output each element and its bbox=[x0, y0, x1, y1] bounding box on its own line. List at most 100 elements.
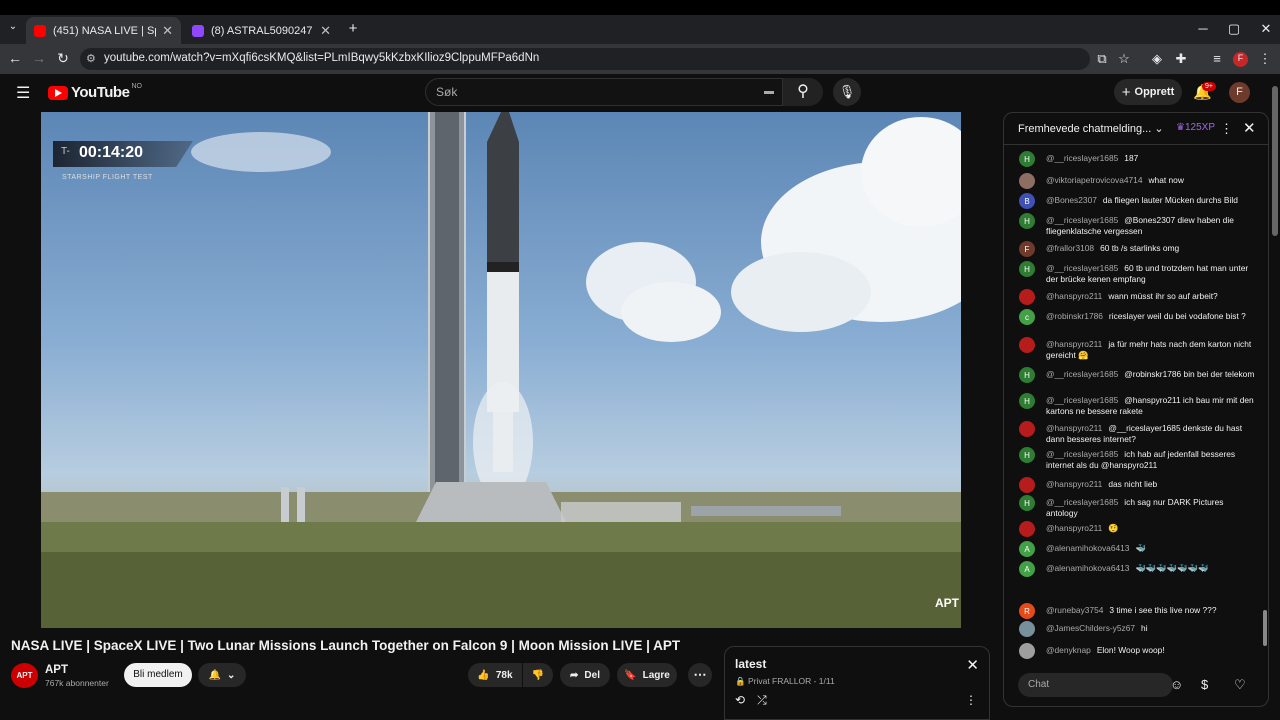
media-control-icon[interactable]: ≡ bbox=[1209, 51, 1225, 66]
chat-menu-icon[interactable]: ⋮ bbox=[1220, 121, 1233, 137]
browser-menu-icon[interactable]: ⋮ bbox=[1257, 51, 1273, 67]
site-info-icon[interactable]: ⚙ bbox=[86, 52, 96, 65]
chat-author-name[interactable]: @__riceslayer1685 bbox=[1046, 263, 1118, 273]
share-button[interactable]: ➦ Del bbox=[560, 663, 610, 687]
search-input[interactable]: Søk ▬ bbox=[425, 78, 783, 106]
chat-author-name[interactable]: @alenamihokova6413 bbox=[1046, 563, 1129, 573]
chat-close-icon[interactable]: ✕ bbox=[1243, 119, 1256, 137]
chat-author-avatar[interactable]: A bbox=[1019, 561, 1035, 577]
chat-message: H @__riceslayer1685 @hanspyro211 ich bau m… bbox=[1019, 393, 1255, 417]
puzzle-icon[interactable]: ✚ bbox=[1173, 51, 1189, 67]
search-button[interactable]: ⚲ bbox=[783, 78, 823, 106]
chat-author-avatar[interactable]: H bbox=[1019, 213, 1035, 229]
profile-avatar[interactable]: F bbox=[1233, 52, 1248, 67]
chat-author-avatar[interactable] bbox=[1019, 643, 1035, 659]
video-player[interactable]: T- 00:14:20 STARSHIP FLIGHT TEST APT bbox=[41, 112, 961, 628]
chat-author-avatar[interactable]: B bbox=[1019, 193, 1035, 209]
tab-close-icon[interactable]: ✕ bbox=[320, 23, 331, 39]
keyboard-icon[interactable]: ▬ bbox=[764, 86, 774, 97]
account-avatar[interactable]: F bbox=[1229, 82, 1250, 103]
chat-author-name[interactable]: @JamesChilders-y5z67 bbox=[1046, 623, 1135, 633]
chat-message: @hanspyro211 @__riceslayer1685 denkste du… bbox=[1019, 421, 1255, 445]
chat-author-name[interactable]: @__riceslayer1685 bbox=[1046, 215, 1118, 225]
chat-author-avatar[interactable]: R bbox=[1019, 603, 1035, 619]
page-scrollbar[interactable] bbox=[1272, 86, 1278, 236]
chat-author-name[interactable]: @__riceslayer1685 bbox=[1046, 395, 1118, 405]
url-field[interactable]: ⚙ youtube.com/watch?v=mXqfi6csKMQ&list=P… bbox=[80, 48, 1090, 70]
chat-author-name[interactable]: @__riceslayer1685 bbox=[1046, 153, 1118, 163]
chat-author-name[interactable]: @hanspyro211 bbox=[1046, 339, 1102, 349]
hamburger-menu-icon[interactable]: ☰ bbox=[16, 83, 30, 103]
new-tab-button[interactable]: + bbox=[344, 20, 362, 37]
chat-author-avatar[interactable]: H bbox=[1019, 447, 1035, 463]
forward-icon[interactable]: → bbox=[30, 50, 48, 66]
chat-author-name[interactable]: @alenamihokova6413 bbox=[1046, 543, 1129, 553]
more-actions-button[interactable]: ⋯ bbox=[688, 663, 712, 687]
xp-badge[interactable]: ♛125XP bbox=[1176, 122, 1215, 133]
loop-icon[interactable]: ⟲ bbox=[735, 693, 757, 707]
chat-input[interactable]: Chat bbox=[1018, 673, 1173, 697]
tab-youtube[interactable]: (451) NASA LIVE | SpaceX LIVE ✕ bbox=[26, 17, 181, 44]
chat-author-name[interactable]: @viktoriapetrovicova4714 bbox=[1046, 175, 1143, 185]
channel-avatar[interactable]: APT bbox=[11, 663, 38, 688]
maximize-icon[interactable]: ▢ bbox=[1224, 21, 1244, 37]
youtube-logo[interactable]: YouTube NO bbox=[48, 83, 142, 101]
minimize-icon[interactable]: ─ bbox=[1193, 21, 1213, 36]
chat-author-avatar[interactable]: H bbox=[1019, 393, 1035, 409]
chat-author-name[interactable]: @hanspyro211 bbox=[1046, 523, 1102, 533]
chat-author-name[interactable]: @runebay3754 bbox=[1046, 605, 1103, 615]
save-button[interactable]: 🔖 Lagre bbox=[617, 663, 677, 687]
extension-icon[interactable]: ◈ bbox=[1149, 51, 1165, 67]
chat-mode-dropdown[interactable]: Fremhevede chatmelding... ⌄ bbox=[1018, 122, 1164, 135]
create-button[interactable]: + Opprett bbox=[1114, 79, 1182, 105]
chat-author-name[interactable]: @hanspyro211 bbox=[1046, 479, 1102, 489]
like-button[interactable]: 👍 78k bbox=[468, 663, 522, 687]
install-icon[interactable]: ⧉ bbox=[1094, 51, 1110, 67]
reload-icon[interactable]: ↻ bbox=[54, 50, 72, 67]
super-chat-icon[interactable]: $ bbox=[1201, 677, 1208, 692]
close-window-icon[interactable]: ✕ bbox=[1256, 21, 1276, 37]
chat-author-name[interactable]: @Bones2307 bbox=[1046, 195, 1097, 205]
chat-author-avatar[interactable] bbox=[1019, 621, 1035, 637]
chat-author-avatar[interactable] bbox=[1019, 173, 1035, 189]
chat-author-avatar[interactable]: H bbox=[1019, 261, 1035, 277]
chat-author-avatar[interactable] bbox=[1019, 421, 1035, 437]
chat-author-name[interactable]: @frallor3108 bbox=[1046, 243, 1094, 253]
chat-author-avatar[interactable] bbox=[1019, 289, 1035, 305]
notification-toggle-button[interactable]: 🔔 ⌄ bbox=[198, 663, 246, 687]
chat-author-name[interactable]: @__riceslayer1685 bbox=[1046, 369, 1118, 379]
emoji-icon[interactable]: ☺ bbox=[1170, 677, 1183, 692]
chat-author-avatar[interactable]: A bbox=[1019, 541, 1035, 557]
chat-author-name[interactable]: @robinskr1786 bbox=[1046, 311, 1103, 321]
chat-author-name[interactable]: @denyknap bbox=[1046, 645, 1091, 655]
chat-message-list[interactable]: H @__riceslayer1685 187 @viktoriapetrovicov… bbox=[1004, 147, 1268, 667]
chat-author-avatar[interactable]: H bbox=[1019, 151, 1035, 167]
tab-search-icon[interactable]: ⌄ bbox=[4, 21, 22, 32]
chat-author-avatar[interactable] bbox=[1019, 337, 1035, 353]
chat-author-avatar[interactable]: H bbox=[1019, 495, 1035, 511]
chat-author-avatar[interactable]: F bbox=[1019, 241, 1035, 257]
bookmark-star-icon[interactable]: ☆ bbox=[1116, 51, 1132, 67]
playlist-close-icon[interactable]: ✕ bbox=[966, 656, 979, 674]
chat-author-name[interactable]: @hanspyro211 bbox=[1046, 291, 1102, 301]
chat-scrollbar[interactable] bbox=[1263, 610, 1267, 646]
channel-watermark[interactable]: APT bbox=[935, 596, 959, 610]
playlist-title[interactable]: latest bbox=[735, 657, 766, 671]
channel-name[interactable]: APT bbox=[45, 664, 68, 676]
voice-search-button[interactable]: 🎙 bbox=[833, 78, 861, 106]
chat-author-avatar[interactable]: H bbox=[1019, 367, 1035, 383]
chat-author-avatar[interactable] bbox=[1019, 521, 1035, 537]
playlist-menu-icon[interactable]: ⋮ bbox=[965, 693, 977, 707]
shuffle-icon[interactable]: ⤮ bbox=[757, 693, 779, 707]
heart-icon[interactable]: ♡ bbox=[1234, 677, 1246, 693]
chat-author-avatar[interactable]: c bbox=[1019, 309, 1035, 325]
tab-twitch[interactable]: (8) ASTRAL5090247 - Twitch ✕ bbox=[184, 17, 339, 44]
chat-author-avatar[interactable] bbox=[1019, 477, 1035, 493]
chat-author-name[interactable]: @hanspyro211 bbox=[1046, 423, 1102, 433]
dislike-button[interactable]: 👎 bbox=[523, 663, 553, 687]
chat-author-name[interactable]: @__riceslayer1685 bbox=[1046, 497, 1118, 507]
tab-close-icon[interactable]: ✕ bbox=[162, 23, 173, 39]
back-icon[interactable]: ← bbox=[6, 50, 24, 66]
join-button[interactable]: Bli medlem bbox=[124, 663, 192, 687]
chat-author-name[interactable]: @__riceslayer1685 bbox=[1046, 449, 1118, 459]
